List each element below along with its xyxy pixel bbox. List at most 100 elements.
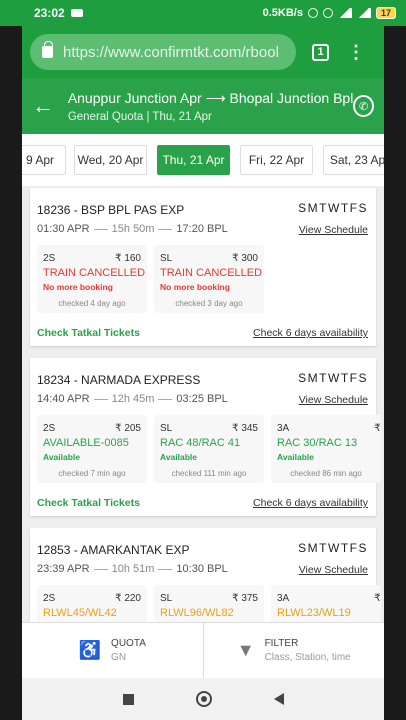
train-card[interactable]: 18234 - NARMADA EXPRESS SMTWTFS 14:40 AP… bbox=[30, 358, 384, 516]
filter-button[interactable]: ▼ FILTER Class, Station, time bbox=[202, 623, 385, 678]
train-timing: 01:30 APR 15h 50m 17:20 BPL bbox=[37, 223, 228, 235]
check-6-days-link[interactable]: Check 6 days availability bbox=[253, 497, 368, 509]
availability-status: RLWL45/WL42 bbox=[43, 607, 117, 619]
availability-status: RAC 30/RAC 13 bbox=[277, 437, 358, 449]
availability-status: RAC 48/RAC 41 bbox=[160, 437, 241, 449]
class-code: 3A bbox=[277, 423, 290, 434]
duration: 12h 45m bbox=[111, 393, 155, 405]
train-timing: 23:39 APR 10h 51m 10:30 BPL bbox=[37, 563, 228, 575]
route-info: Anuppur Junction Apr ⟶ Bhopal Junction B… bbox=[68, 90, 354, 123]
signal-icon bbox=[337, 8, 352, 18]
fare: ₹ 205 bbox=[115, 423, 141, 434]
arrival-time: 03:25 BPL bbox=[176, 393, 228, 405]
departure-time: 23:39 APR bbox=[37, 563, 90, 575]
availability-status: TRAIN CANCELLED bbox=[160, 267, 263, 279]
availability-status: TRAIN CANCELLED bbox=[43, 267, 146, 279]
fare: ₹ 220 bbox=[115, 593, 141, 604]
class-availability-box[interactable]: SL ₹ 375 RLWL96/WL82 bbox=[154, 585, 264, 622]
fare: ₹ 9 bbox=[374, 593, 384, 604]
availability-note: Available bbox=[160, 452, 198, 462]
view-schedule-link[interactable]: View Schedule bbox=[299, 394, 368, 406]
fare: ₹ 9 bbox=[374, 423, 384, 434]
origin-station: Anuppur Junction Apr bbox=[67, 89, 202, 106]
availability-status: RLWL96/WL82 bbox=[160, 607, 234, 619]
checked-time: checked 7 min ago bbox=[58, 469, 126, 478]
arrival-time: 17:20 BPL bbox=[176, 223, 228, 235]
class-code: SL bbox=[160, 423, 173, 434]
departure-time: 14:40 APR bbox=[37, 393, 90, 405]
train-card[interactable]: 18236 - BSP BPL PAS EXP SMTWTFS 01:30 AP… bbox=[30, 188, 376, 346]
tab-switcher-button[interactable]: 1 bbox=[312, 43, 329, 61]
class-code: SL bbox=[160, 253, 173, 264]
fare: ₹ 160 bbox=[115, 253, 141, 264]
overflow-menu-icon[interactable]: ⋮ bbox=[347, 43, 365, 61]
alarm-icon bbox=[307, 8, 318, 18]
route-subtitle: General Quota | Thu, 21 Apr bbox=[67, 110, 212, 123]
lock-icon bbox=[42, 41, 53, 58]
browser-toolbar: https://www.confirmtkt.com/rbool 1 ⋮ bbox=[22, 26, 384, 78]
status-bar: 23:02 0.5KB/s 17 bbox=[0, 0, 406, 26]
check-tatkal-link[interactable]: Check Tatkal Tickets bbox=[37, 497, 140, 509]
availability-status: RLWL23/WL19 bbox=[277, 607, 351, 619]
train-name: 12853 - AMARKANTAK EXP bbox=[37, 543, 190, 557]
train-timing: 14:40 APR 12h 45m 03:25 BPL bbox=[37, 393, 228, 405]
date-chip-21-apr[interactable]: Thu, 21 Apr bbox=[157, 145, 230, 175]
check-6-days-link[interactable]: Check 6 days availability bbox=[253, 327, 368, 339]
bottom-filter-bar: ♿ QUOTA GN ▼ FILTER Class, Station, time bbox=[22, 622, 384, 678]
filter-funnel-icon: ▼ bbox=[236, 640, 255, 660]
fare: ₹ 375 bbox=[232, 593, 258, 604]
route-arrow: ⟶ bbox=[205, 89, 226, 106]
quota-button[interactable]: ♿ QUOTA GN bbox=[22, 623, 203, 678]
duration: 10h 51m bbox=[111, 563, 155, 575]
quota-label: QUOTA bbox=[111, 638, 146, 649]
filter-value: Class, Station, time bbox=[264, 652, 351, 663]
back-triangle-icon[interactable] bbox=[273, 693, 284, 705]
view-schedule-link[interactable]: View Schedule bbox=[299, 224, 368, 236]
train-list[interactable]: 9 Apr Wed, 20 Apr Thu, 21 Apr Fri, 22 Ap… bbox=[22, 134, 384, 622]
availability-status: AVAILABLE-0085 bbox=[43, 437, 129, 449]
battery-icon: 17 bbox=[375, 7, 396, 19]
recents-icon[interactable] bbox=[122, 693, 134, 705]
checked-time: checked 111 min ago bbox=[171, 469, 247, 478]
class-availability-box[interactable]: 2S ₹ 220 RLWL45/WL42 bbox=[37, 585, 147, 622]
class-code: 3A bbox=[277, 593, 290, 604]
checked-time: checked 4 day ago bbox=[58, 299, 126, 308]
network-speed: 0.5KB/s bbox=[262, 7, 303, 19]
video-camera-icon bbox=[70, 9, 83, 17]
date-selector[interactable]: 9 Apr Wed, 20 Apr Thu, 21 Apr Fri, 22 Ap… bbox=[22, 134, 384, 186]
train-name: 18236 - BSP BPL PAS EXP bbox=[37, 203, 185, 217]
running-days: SMTWTFS bbox=[298, 371, 368, 385]
date-chip-9-apr[interactable]: 9 Apr bbox=[22, 145, 66, 175]
destination-station: Bhopal Junction Bpl bbox=[229, 89, 354, 106]
class-availability-box[interactable]: 3A ₹ 9 RLWL23/WL19 bbox=[271, 585, 384, 622]
train-card[interactable]: 12853 - AMARKANTAK EXP SMTWTFS 23:39 APR… bbox=[30, 528, 384, 622]
url-text: https://www.confirmtkt.com/rbool bbox=[63, 43, 279, 61]
class-availability-box[interactable]: SL ₹ 300 TRAIN CANCELLED No more booking… bbox=[154, 245, 264, 313]
date-chip-23-apr[interactable]: Sat, 23 Apr bbox=[323, 145, 384, 175]
wheelchair-icon: ♿ bbox=[78, 640, 102, 660]
class-code: 2S bbox=[43, 423, 56, 434]
class-code: 2S bbox=[43, 253, 56, 264]
duration: 15h 50m bbox=[111, 223, 155, 235]
check-tatkal-link[interactable]: Check Tatkal Tickets bbox=[37, 327, 140, 339]
availability-note: Available bbox=[43, 452, 81, 462]
address-bar[interactable]: https://www.confirmtkt.com/rbool bbox=[30, 34, 296, 70]
class-availability-box[interactable]: 2S ₹ 205 AVAILABLE-0085 Available checke… bbox=[37, 415, 147, 483]
system-nav-bar bbox=[22, 678, 384, 720]
availability-note: No more booking bbox=[160, 282, 230, 292]
date-chip-20-apr[interactable]: Wed, 20 Apr bbox=[74, 145, 147, 175]
date-chip-22-apr[interactable]: Fri, 22 Apr bbox=[240, 145, 313, 175]
class-availability-box[interactable]: 2S ₹ 160 TRAIN CANCELLED No more booking… bbox=[37, 245, 147, 313]
wifi-icon bbox=[356, 8, 371, 18]
home-icon[interactable] bbox=[195, 691, 212, 707]
route-header: ← Anuppur Junction Apr ⟶ Bhopal Junction… bbox=[22, 78, 384, 134]
checked-time: checked 86 min ago bbox=[290, 469, 362, 478]
availability-note: No more booking bbox=[43, 282, 113, 292]
back-arrow-icon[interactable]: ← bbox=[32, 93, 60, 119]
class-availability-box[interactable]: 3A ₹ 9 RAC 30/RAC 13 Available checked 8… bbox=[271, 415, 384, 483]
class-code: SL bbox=[160, 593, 173, 604]
whatsapp-share-icon[interactable]: ✆ bbox=[353, 95, 374, 117]
status-icons: 0.5KB/s 17 bbox=[263, 7, 396, 19]
class-availability-box[interactable]: SL ₹ 345 RAC 48/RAC 41 Available checked… bbox=[154, 415, 264, 483]
view-schedule-link[interactable]: View Schedule bbox=[299, 564, 368, 576]
